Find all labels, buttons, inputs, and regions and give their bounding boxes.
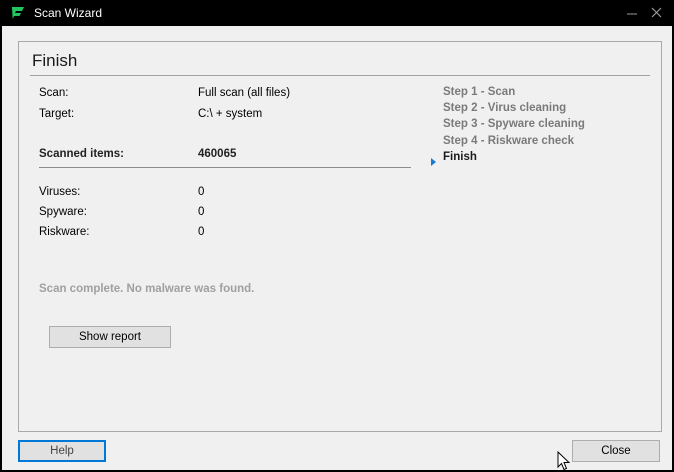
- close-icon: [651, 7, 662, 18]
- scan-status-message: Scan complete. No malware was found.: [39, 283, 255, 295]
- viruses-value: 0: [198, 186, 205, 198]
- viruses-label: Viruses:: [39, 186, 81, 198]
- step-spyware-cleaning: Step 3 - Spyware cleaning: [443, 118, 585, 130]
- scan-type-value: Full scan (all files): [198, 87, 291, 99]
- spyware-label: Spyware:: [39, 206, 87, 218]
- dialog-client-area: Finish Scan: Full scan (all files) Targe…: [2, 26, 672, 471]
- close-window-button[interactable]: [644, 2, 670, 24]
- show-report-button[interactable]: Show report: [49, 326, 171, 348]
- title-divider: [30, 75, 650, 76]
- riskware-value: 0: [198, 226, 205, 238]
- scanned-items-label: Scanned items:: [39, 148, 124, 160]
- current-step-arrow-icon: [431, 158, 436, 166]
- window-title: Scan Wizard: [34, 6, 103, 20]
- mouse-pointer-icon: [557, 451, 571, 471]
- target-value: C:\ + system: [198, 108, 263, 120]
- app-logo-icon: [12, 7, 24, 19]
- wizard-page-panel: Finish Scan: Full scan (all files) Targe…: [18, 41, 662, 432]
- help-button[interactable]: Help: [18, 440, 106, 462]
- scan-type-label: Scan:: [39, 87, 69, 99]
- step-riskware-check: Step 4 - Riskware check: [443, 135, 575, 147]
- scan-wizard-window: Scan Wizard Finish Scan: Full scan (all …: [0, 0, 674, 472]
- title-bar[interactable]: Scan Wizard: [0, 0, 674, 26]
- summary-divider: [39, 167, 411, 168]
- riskware-label: Riskware:: [39, 226, 90, 238]
- scanned-items-value: 460065: [198, 148, 237, 160]
- minimize-button[interactable]: [619, 2, 645, 24]
- page-title: Finish: [32, 51, 78, 70]
- step-scan: Step 1 - Scan: [443, 86, 516, 98]
- step-virus-cleaning: Step 2 - Virus cleaning: [443, 102, 567, 114]
- close-button[interactable]: Close: [572, 440, 660, 462]
- step-finish: Finish: [443, 151, 477, 163]
- minimize-icon: [627, 13, 637, 15]
- target-label: Target:: [39, 108, 75, 120]
- spyware-value: 0: [198, 206, 205, 218]
